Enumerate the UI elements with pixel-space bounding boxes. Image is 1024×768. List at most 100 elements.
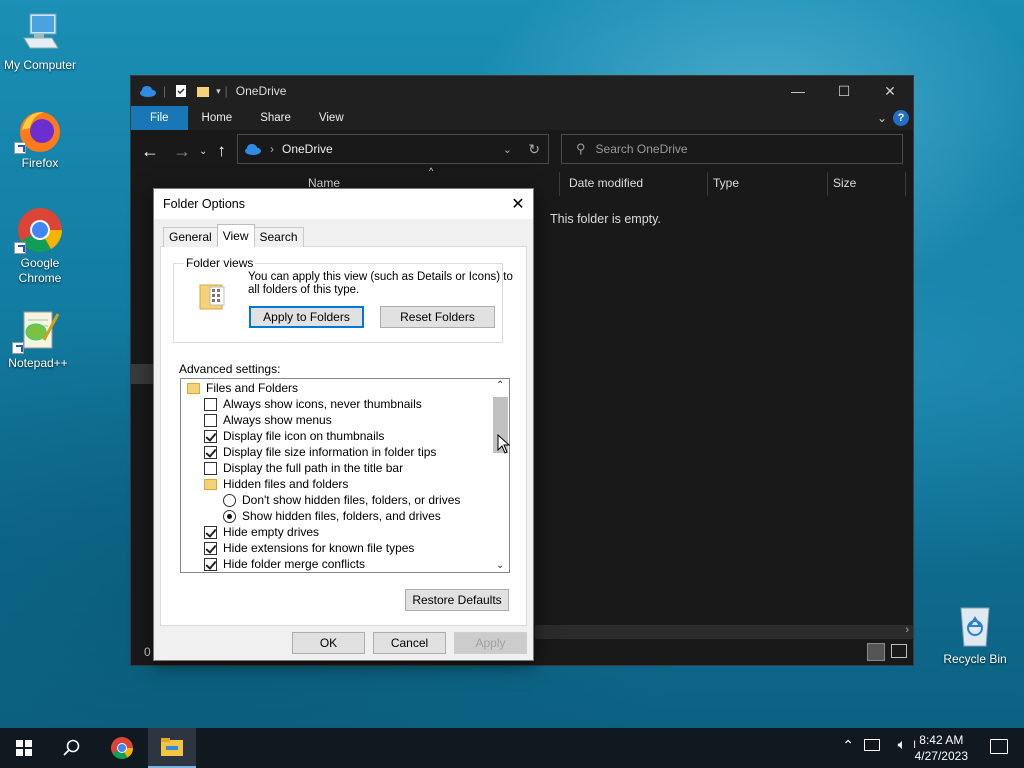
setting-checkbox[interactable] <box>204 557 217 571</box>
forward-arrow-icon[interactable]: → <box>173 141 191 162</box>
setting-checkbox[interactable] <box>204 541 217 555</box>
setting-checkbox[interactable] <box>204 429 217 443</box>
shortcut-arrow-icon <box>14 142 26 154</box>
close-button[interactable]: ✕ <box>867 76 913 106</box>
ok-button[interactable]: OK <box>292 632 365 654</box>
scroll-right-icon[interactable]: › <box>905 624 909 636</box>
setting-row[interactable]: Hide folder merge conflicts <box>204 556 365 572</box>
restore-defaults-button[interactable]: Restore Defaults <box>405 589 509 611</box>
setting-checkbox[interactable] <box>204 397 217 411</box>
search-icon: ⚲ <box>576 141 586 156</box>
setting-label: Hide extensions for known file types <box>223 541 415 555</box>
tab-view[interactable]: View <box>216 224 255 247</box>
search-placeholder: Search OneDrive <box>595 142 688 156</box>
setting-row[interactable]: Files and Folders <box>187 380 298 396</box>
navigation-bar: ← → ⌄ ↑ › OneDrive ⌄ ↻ ⚲ Search OneDrive <box>131 130 913 172</box>
up-arrow-icon[interactable]: ↑ <box>217 141 226 161</box>
setting-row[interactable]: Always show icons, never thumbnails <box>204 396 422 412</box>
apply-button[interactable]: Apply <box>454 632 527 654</box>
reset-folders-button[interactable]: Reset Folders <box>380 306 495 328</box>
setting-row[interactable]: Display file size information in folder … <box>204 444 436 460</box>
setting-row[interactable]: Hidden files and folders <box>204 476 348 492</box>
taskbar-file-explorer[interactable] <box>148 728 196 768</box>
desktop-icon-label: Notepad++ <box>8 356 68 370</box>
maximize-button[interactable]: ☐ <box>821 76 867 106</box>
setting-row[interactable]: Hide extensions for known file types <box>204 540 414 556</box>
vertical-scrollbar[interactable]: ⌃ ⌄ <box>492 379 509 572</box>
apply-to-folders-button[interactable]: Apply to Folders <box>249 306 364 328</box>
properties-icon[interactable] <box>174 84 188 98</box>
desktop-icon-label: My Computer <box>3 58 77 72</box>
column-separator[interactable] <box>905 172 906 196</box>
volume-icon[interactable]: 🔈︎ <box>898 737 906 753</box>
setting-checkbox[interactable] <box>204 525 217 539</box>
show-hidden-icons-icon[interactable]: ⌃ <box>842 738 854 754</box>
tab-share[interactable]: Share <box>246 106 305 130</box>
column-size[interactable]: Size <box>833 176 856 190</box>
titlebar-separator: | <box>163 84 167 98</box>
windows-logo-icon <box>16 740 32 756</box>
start-button[interactable] <box>0 728 48 768</box>
setting-radio[interactable] <box>223 493 236 507</box>
search-input[interactable]: ⚲ Search OneDrive <box>561 134 903 164</box>
desktop-icon-chrome[interactable]: Google Chrome <box>0 206 80 286</box>
advanced-settings-list[interactable]: Hide folder merge conflicts Hide extensio… <box>180 378 510 573</box>
tab-general[interactable]: General <box>163 227 218 247</box>
expand-ribbon-icon[interactable]: ⌄ <box>877 111 887 125</box>
address-bar[interactable]: › OneDrive ⌄ ↻ <box>237 134 549 164</box>
large-icons-view-icon[interactable] <box>891 644 907 658</box>
notepadpp-icon <box>12 306 62 354</box>
setting-row[interactable]: Display file icon on thumbnails <box>204 428 384 444</box>
shortcut-arrow-icon <box>12 342 24 354</box>
setting-row[interactable]: Display the full path in the title bar <box>204 460 403 476</box>
setting-radio[interactable] <box>223 509 236 523</box>
scroll-up-icon[interactable]: ⌃ <box>496 380 504 391</box>
desktop-icon-my-computer[interactable]: My Computer <box>0 8 80 72</box>
column-type[interactable]: Type <box>713 176 739 190</box>
setting-row[interactable]: Show hidden files, folders, and drives <box>223 508 441 524</box>
setting-row[interactable]: Hide empty drives <box>204 524 319 540</box>
onedrive-icon <box>245 144 261 155</box>
setting-checkbox[interactable] <box>204 461 217 475</box>
new-folder-icon[interactable] <box>196 84 210 98</box>
setting-row[interactable]: Always show menus <box>204 412 332 428</box>
column-separator[interactable] <box>559 172 560 196</box>
shortcut-arrow-icon <box>14 242 26 254</box>
desktop-icon-notepadpp[interactable]: Notepad++ <box>0 306 78 370</box>
address-dropdown-icon[interactable]: ⌄ <box>503 143 512 156</box>
tab-search[interactable]: Search <box>253 227 304 247</box>
taskbar-clock[interactable]: 8:42 AM 4/27/2023 <box>915 732 968 764</box>
setting-row[interactable]: Don't show hidden files, folders, or dri… <box>223 492 460 508</box>
tab-home[interactable]: Home <box>188 106 247 130</box>
chrome-icon <box>111 737 133 759</box>
setting-checkbox[interactable] <box>204 413 217 427</box>
dialog-close-button[interactable]: ✕ <box>503 189 533 219</box>
network-icon[interactable] <box>864 739 880 751</box>
folder-views-label: Folder views <box>184 256 256 270</box>
cancel-button[interactable]: Cancel <box>373 632 446 654</box>
help-icon[interactable]: ? <box>893 110 909 126</box>
taskbar-chrome[interactable] <box>98 728 146 768</box>
scroll-down-icon[interactable]: ⌄ <box>496 560 504 571</box>
setting-checkbox[interactable] <box>204 445 217 459</box>
column-date-modified[interactable]: Date modified <box>569 176 643 190</box>
computer-icon <box>16 8 64 56</box>
setting-label: Don't show hidden files, folders, or dri… <box>242 493 461 507</box>
minimize-button[interactable]: — <box>775 76 821 106</box>
desktop-icon-recycle-bin[interactable]: Recycle Bin <box>935 602 1015 666</box>
breadcrumb[interactable]: OneDrive <box>282 142 333 156</box>
column-separator[interactable] <box>707 172 708 196</box>
tab-view[interactable]: View <box>305 106 358 130</box>
notification-icon[interactable] <box>990 739 1008 754</box>
search-button[interactable] <box>48 728 96 768</box>
chevron-down-icon[interactable]: ▾ <box>216 86 221 97</box>
column-separator[interactable] <box>827 172 828 196</box>
details-view-icon[interactable] <box>867 643 885 661</box>
horizontal-scrollbar[interactable]: › <box>535 624 913 639</box>
refresh-icon[interactable]: ↻ <box>528 141 540 158</box>
desktop-icon-firefox[interactable]: Firefox <box>0 106 80 170</box>
recent-locations-icon[interactable]: ⌄ <box>199 146 207 157</box>
back-arrow-icon[interactable]: ← <box>141 141 159 162</box>
tab-file[interactable]: File <box>131 106 188 130</box>
setting-label: Always show menus <box>223 413 332 427</box>
